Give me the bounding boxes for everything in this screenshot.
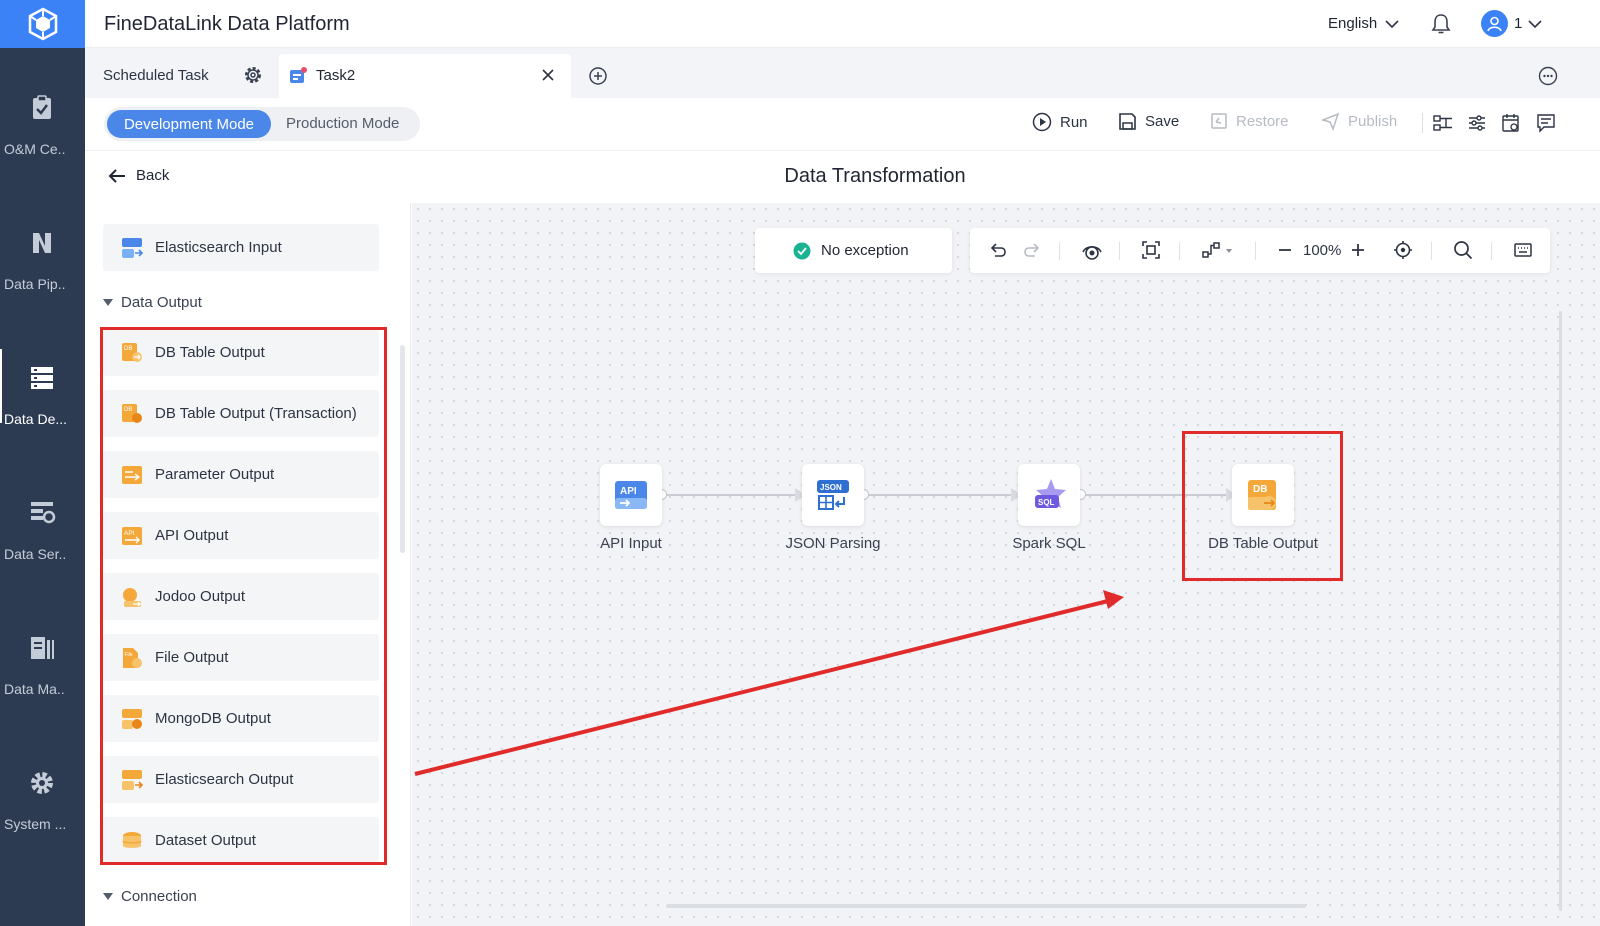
app-root: O&M Ce.. Data Pip.. Data De... Data Ser.… (0, 0, 1600, 926)
annotation-arrow-icon (414, 590, 1124, 776)
